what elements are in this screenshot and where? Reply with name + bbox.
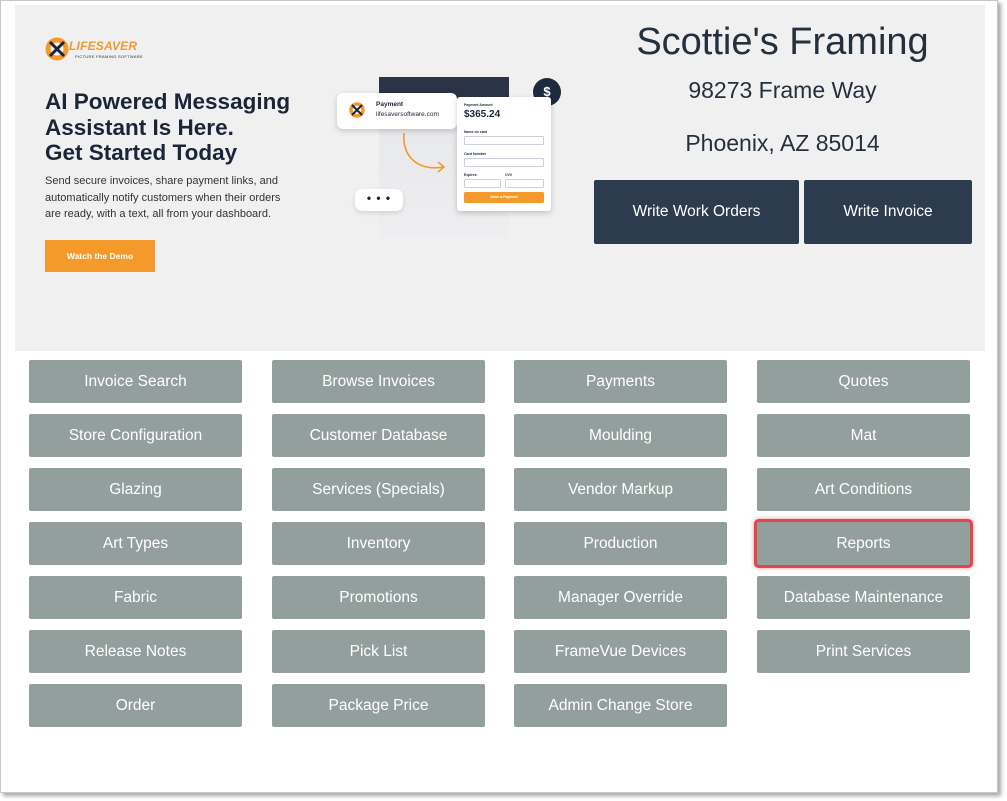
ad-body-line: automatically notify customers when thei… xyxy=(45,191,281,204)
promotions-button[interactable]: Promotions xyxy=(272,576,485,619)
ad-heading: AI Powered Messaging Assistant Is Here. … xyxy=(45,89,335,166)
payment-card-title: Payment xyxy=(376,101,404,108)
form-cvv-field xyxy=(505,179,544,188)
glazing-button[interactable]: Glazing xyxy=(29,468,242,511)
browse-invoices-button[interactable]: Browse Invoices xyxy=(272,360,485,403)
manager-override-button[interactable]: Manager Override xyxy=(514,576,727,619)
header-panel: LIFESAVER PICTURE FRAMING SOFTWARE AI Po… xyxy=(15,5,985,351)
pick-list-button[interactable]: Pick List xyxy=(272,630,485,673)
vendor-markup-button[interactable]: Vendor Markup xyxy=(514,468,727,511)
order-button[interactable]: Order xyxy=(29,684,242,727)
inventory-button[interactable]: Inventory xyxy=(272,522,485,565)
reports-button[interactable]: Reports xyxy=(757,522,970,565)
form-expires-label: Expires xyxy=(464,173,477,177)
ad-body-line: Send secure invoices, share payment link… xyxy=(45,175,278,187)
framevue-devices-button[interactable]: FrameVue Devices xyxy=(514,630,727,673)
typing-dots-bubble: • • • xyxy=(355,189,403,211)
art-conditions-button[interactable]: Art Conditions xyxy=(757,468,970,511)
lifesaver-logo: LIFESAVER PICTURE FRAMING SOFTWARE xyxy=(45,37,155,63)
store-address-line1: 98273 Frame Way xyxy=(688,77,877,103)
form-card-field xyxy=(464,158,544,167)
art-types-button[interactable]: Art Types xyxy=(29,522,242,565)
mat-button[interactable]: Mat xyxy=(757,414,970,457)
release-notes-button[interactable]: Release Notes xyxy=(29,630,242,673)
watch-demo-button[interactable]: Watch the Demo xyxy=(45,240,155,272)
quotes-button[interactable]: Quotes xyxy=(757,360,970,403)
invoice-search-button[interactable]: Invoice Search xyxy=(29,360,242,403)
store-configuration-button[interactable]: Store Configuration xyxy=(29,414,242,457)
fabric-button[interactable]: Fabric xyxy=(29,576,242,619)
print-services-button[interactable]: Print Services xyxy=(757,630,970,673)
payment-card-url: lifesaversoftware.com xyxy=(376,111,439,118)
ad-body-text: Send secure invoices, share payment link… xyxy=(45,173,310,223)
form-amount-label: Payment Amount xyxy=(464,103,493,107)
curved-arrow-icon xyxy=(403,132,446,173)
package-price-button[interactable]: Package Price xyxy=(272,684,485,727)
logo-tagline: PICTURE FRAMING SOFTWARE xyxy=(75,54,143,59)
ad-heading-line: Get Started Today xyxy=(45,140,238,165)
moulding-button[interactable]: Moulding xyxy=(514,414,727,457)
form-name-field xyxy=(464,136,544,145)
form-expires-field xyxy=(464,179,501,188)
payments-button[interactable]: Payments xyxy=(514,360,727,403)
logo-text: LIFESAVER xyxy=(69,39,138,53)
form-pay-button: Make a Payment xyxy=(464,192,544,203)
payment-form-card: Payment Amount $365.24 Name on card Card… xyxy=(457,97,551,211)
lifesaver-logo-icon xyxy=(45,37,69,61)
production-button[interactable]: Production xyxy=(514,522,727,565)
write-invoice-button[interactable]: Write Invoice xyxy=(804,180,972,244)
lifesaver-logo-icon xyxy=(349,102,365,118)
form-name-label: Name on card xyxy=(464,130,488,134)
admin-change-store-button[interactable]: Admin Change Store xyxy=(514,684,727,727)
services-specials-button[interactable]: Services (Specials) xyxy=(272,468,485,511)
payment-link-card: Payment lifesaversoftware.com xyxy=(337,93,457,129)
customer-database-button[interactable]: Customer Database xyxy=(272,414,485,457)
ad-heading-line: Assistant Is Here. xyxy=(45,114,234,140)
ad-heading-line: AI Powered Messaging xyxy=(45,89,291,114)
database-maintenance-button[interactable]: Database Maintenance xyxy=(757,576,970,619)
store-name: Scottie's Framing xyxy=(636,21,929,63)
ad-banner[interactable]: LIFESAVER PICTURE FRAMING SOFTWARE AI Po… xyxy=(15,5,585,351)
ad-body-line: are ready, with a text, all from your da… xyxy=(45,208,272,220)
page-frame: LIFESAVER PICTURE FRAMING SOFTWARE AI Po… xyxy=(0,0,998,793)
form-card-label: Card Number xyxy=(464,152,487,156)
store-address-line2: Phoenix, AZ 85014 xyxy=(685,130,880,156)
write-work-orders-button[interactable]: Write Work Orders xyxy=(594,180,799,244)
form-amount: $365.24 xyxy=(464,109,501,120)
form-cvv-label: CVV xyxy=(505,173,513,177)
